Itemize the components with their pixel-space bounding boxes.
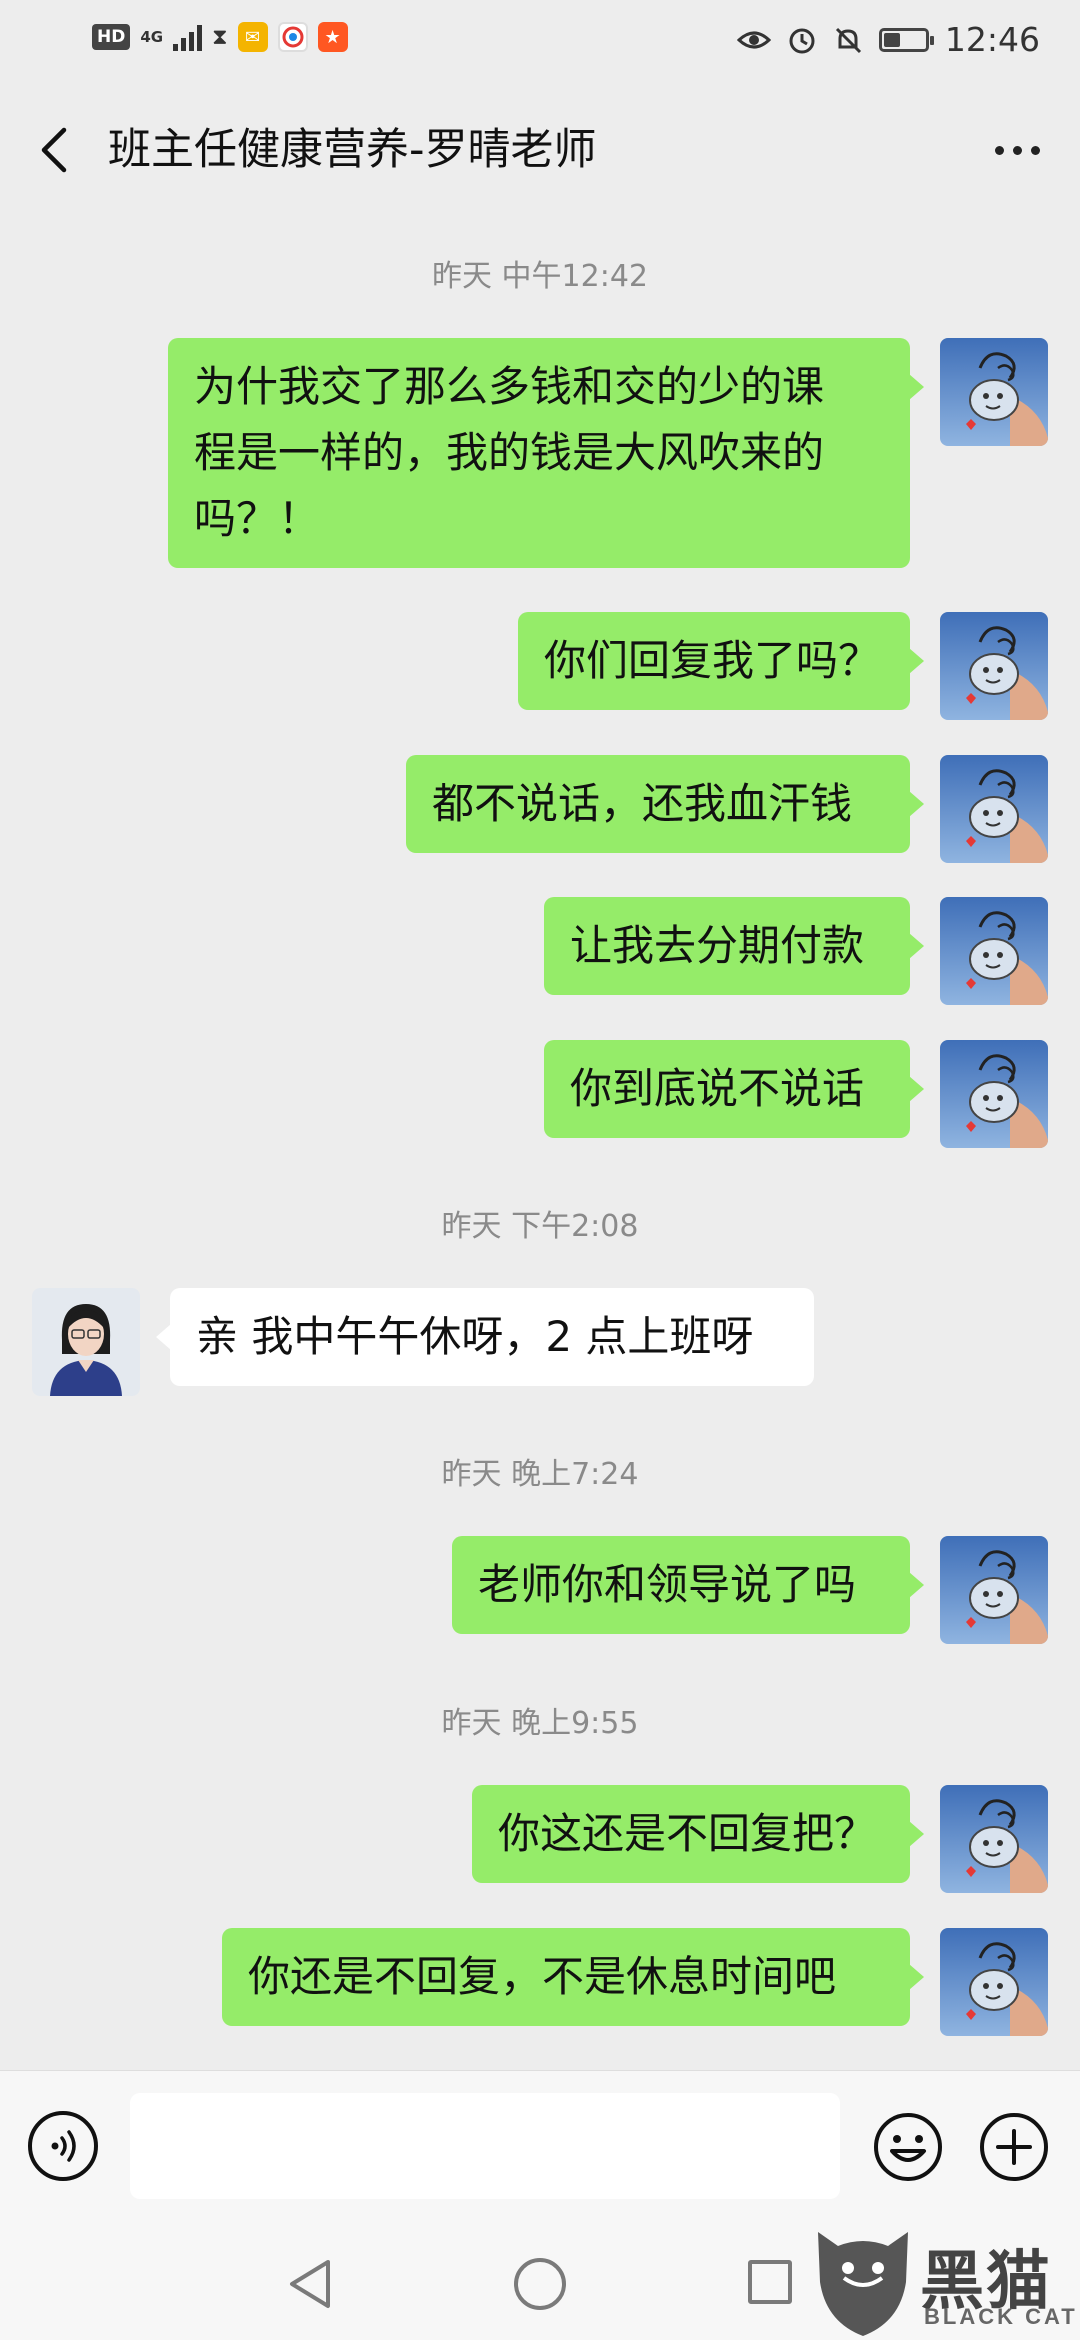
- mute-bell-icon: [835, 27, 861, 53]
- message-bubble[interactable]: 你还是不回复，不是休息时间吧: [222, 1928, 924, 2026]
- message-bubble[interactable]: 亲 我中午午休呀，2 点上班呀: [156, 1288, 814, 1386]
- message-line: 你还是不回复，不是休息时间吧: [248, 1952, 837, 2001]
- alarm-icon: [789, 28, 815, 53]
- more-functions-icon[interactable]: [978, 2111, 1050, 2183]
- mail-app-icon: ✉: [237, 22, 268, 52]
- message-line: 都不说话，还我血汗钱: [432, 779, 853, 828]
- video-app-icon: ★: [317, 22, 348, 52]
- my-avatar[interactable]: [940, 1536, 1048, 1644]
- my-avatar[interactable]: [940, 1040, 1048, 1148]
- message-line: 你到底说不说话: [570, 1064, 865, 1113]
- message-bubble[interactable]: 都不说话，还我血汗钱: [406, 755, 924, 853]
- message-bubble[interactable]: 为什我交了那么多钱和交的少的课 程是一样的，我的钱是大风吹来的 吗？！: [168, 338, 924, 568]
- app-notification-icon: [277, 22, 308, 52]
- my-avatar[interactable]: [940, 897, 1048, 1005]
- message-line: 吗？！: [194, 494, 321, 543]
- my-avatar[interactable]: [940, 338, 1048, 446]
- message-list[interactable]: 昨天 中午12:42 为什我交了那么多钱和交的少的课 程是一样的，我的钱是大风吹…: [0, 214, 1080, 2070]
- chat-title: 班主任健康营养-罗晴老师: [108, 125, 597, 175]
- blackcat-logo-icon: [818, 2232, 908, 2336]
- hd-indicator: HD: [92, 24, 131, 50]
- voice-input-icon[interactable]: [28, 2111, 98, 2181]
- message-bubble[interactable]: 你这还是不回复把？: [472, 1785, 924, 1883]
- timestamp: 昨天 晚上7:24: [441, 1457, 639, 1492]
- battery-icon: [878, 27, 934, 52]
- timestamp: 昨天 中午12:42: [432, 259, 648, 294]
- nav-back-icon[interactable]: [286, 2256, 336, 2312]
- input-bar: [0, 2070, 1080, 2223]
- signal-icon: [173, 23, 203, 51]
- message-line: 你这还是不回复把？: [498, 1809, 877, 1858]
- teacher-avatar[interactable]: [32, 1288, 140, 1396]
- my-avatar[interactable]: [940, 1928, 1048, 2036]
- my-avatar[interactable]: [940, 612, 1048, 720]
- message-line: 亲 我中午午休呀，2 点上班呀: [196, 1312, 754, 1361]
- more-options-icon[interactable]: [982, 118, 1052, 182]
- hourglass-icon: ⧗: [212, 24, 228, 50]
- message-line: 为什我交了那么多钱和交的少的课: [194, 362, 825, 411]
- timestamp: 昨天 下午2:08: [441, 1209, 639, 1244]
- message-line: 老师你和领导说了吗: [478, 1560, 857, 1609]
- message-bubble[interactable]: 你们回复我了吗？: [518, 612, 924, 710]
- timestamp: 昨天 晚上9:55: [441, 1706, 639, 1741]
- message-input[interactable]: [130, 2093, 840, 2199]
- message-bubble[interactable]: 老师你和领导说了吗: [452, 1536, 924, 1634]
- nav-home-icon[interactable]: [514, 2258, 566, 2310]
- message-line: 让我去分期付款: [570, 921, 865, 970]
- watermark-text-en: BLACK CAT: [924, 2304, 1078, 2329]
- message-line: 你们回复我了吗？: [544, 636, 881, 685]
- my-avatar[interactable]: [940, 755, 1048, 863]
- chat-header: 班主任健康营养-罗晴老师: [0, 84, 1080, 214]
- message-bubble[interactable]: 你到底说不说话: [544, 1040, 924, 1138]
- status-time: 12:46: [944, 20, 1040, 59]
- status-bar: HD 4G ⧗ ✉ ★ 12:46: [0, 0, 1080, 84]
- nav-recent-apps-icon[interactable]: [748, 2260, 792, 2304]
- blackcat-watermark: 黑猫 BLACK CAT: [808, 2222, 1080, 2340]
- back-icon[interactable]: [30, 118, 80, 182]
- my-avatar[interactable]: [940, 1785, 1048, 1893]
- network-type: 4G: [140, 28, 164, 46]
- message-line: 程是一样的，我的钱是大风吹来的: [194, 428, 825, 477]
- emoji-icon[interactable]: [872, 2111, 944, 2183]
- eye-icon: [736, 31, 771, 48]
- message-bubble[interactable]: 让我去分期付款: [544, 897, 924, 995]
